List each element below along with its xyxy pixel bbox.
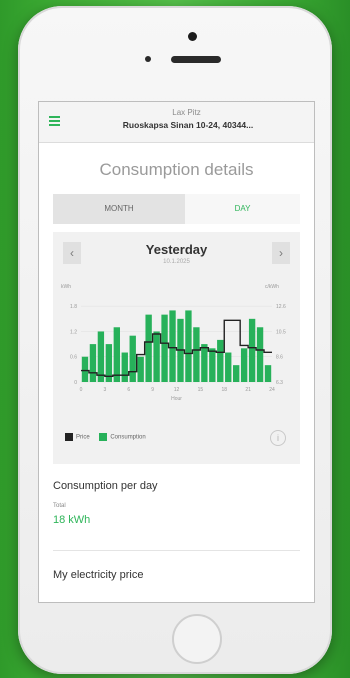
x-tick-label: 6 (127, 387, 130, 393)
consumption-bar (193, 327, 200, 382)
front-camera (188, 32, 197, 41)
legend-item-price: Price (65, 433, 90, 441)
home-button[interactable] (172, 614, 222, 664)
consumption-bar (169, 310, 176, 382)
total-value: 18 kWh (53, 514, 91, 526)
consumption-bar (137, 356, 144, 382)
consumption-bar (161, 314, 168, 382)
consumption-bar (185, 310, 192, 382)
consumption-bar (97, 331, 105, 382)
tab-month[interactable]: MONTH (53, 194, 185, 224)
consumption-bar (89, 344, 97, 382)
period-tabs: MONTH DAY (53, 194, 300, 224)
chart-panel: ‹ Yesterday 10.1.2025 › kWh c/kWh 0 0.6 1.2 1… (53, 232, 300, 464)
consumption-bar (113, 327, 120, 382)
consumption-bar (264, 365, 272, 382)
location-address[interactable]: Ruoskapsa Sinan 10-24, 40344... (73, 120, 303, 130)
x-tick-label: 15 (198, 387, 204, 393)
x-tick-label: 21 (245, 387, 251, 393)
consumption-bar (209, 348, 216, 382)
left-tick-label: 0 (74, 380, 77, 386)
consumption-bar (225, 352, 232, 382)
consumption-bar (81, 356, 89, 382)
previous-day-button[interactable]: ‹ (63, 242, 81, 264)
legend-label-price: Price (76, 434, 90, 441)
x-tick-label: 18 (221, 387, 227, 393)
chevron-left-icon: ‹ (70, 246, 74, 260)
right-axis-label: c/kWh (265, 284, 279, 290)
consumption-bar (248, 318, 256, 382)
next-day-button[interactable]: › (272, 242, 290, 264)
top-bar: Lax Pitz Ruoskapsa Sinan 10-24, 40344... (39, 102, 314, 143)
consumption-bar (217, 339, 224, 382)
earpiece-speaker (171, 56, 221, 63)
consumption-per-day-title: Consumption per day (53, 480, 158, 492)
x-axis-label: Hour (171, 396, 182, 402)
consumption-bar (121, 352, 128, 382)
total-label: Total (53, 503, 66, 509)
chart-legend: Price Consumption (65, 433, 154, 445)
divider (53, 550, 300, 551)
x-tick-label: 0 (80, 387, 83, 393)
info-icon[interactable]: i (270, 430, 286, 446)
right-tick-label: 8.6 (276, 355, 283, 361)
left-tick-label: 1.8 (70, 304, 77, 310)
day-date: 10.1.2025 (163, 259, 190, 265)
consumption-bar (145, 314, 152, 382)
left-axis-label: kWh (61, 284, 71, 290)
day-title: Yesterday (145, 242, 208, 257)
x-tick-label: 9 (151, 387, 154, 393)
hamburger-menu-icon[interactable] (49, 116, 60, 126)
page-title: Consumption details (99, 160, 254, 179)
legend-item-consumption: Consumption (99, 433, 146, 441)
right-tick-label: 6.3 (276, 380, 283, 386)
location-title: Lax Pitz (172, 108, 201, 117)
left-tick-label: 1.2 (70, 329, 77, 335)
x-tick-label: 24 (269, 387, 275, 393)
consumption-bar (153, 331, 160, 382)
consumption-bar (129, 335, 136, 382)
chevron-right-icon: › (279, 246, 283, 260)
consumption-chart: kWh c/kWh 0 0.6 1.2 1.8 6.3 8.6 10.5 12.6 0 3 6 9 12 15… (61, 284, 286, 402)
consumption-bar (201, 344, 208, 382)
app-screen: Lax Pitz Ruoskapsa Sinan 10-24, 40344...… (38, 101, 315, 603)
tab-day[interactable]: DAY (185, 194, 300, 224)
x-tick-label: 12 (174, 387, 180, 393)
right-tick-label: 10.5 (276, 329, 286, 335)
x-tick-label: 3 (103, 387, 106, 393)
electricity-price-title[interactable]: My electricity price (53, 569, 143, 581)
consumption-bar (233, 365, 240, 382)
proximity-sensor (145, 56, 151, 62)
right-tick-label: 12.6 (276, 304, 286, 310)
legend-label-consumption: Consumption (110, 434, 146, 441)
left-tick-label: 0.6 (70, 355, 77, 361)
consumption-bar (256, 327, 264, 382)
consumption-bar (240, 348, 248, 382)
